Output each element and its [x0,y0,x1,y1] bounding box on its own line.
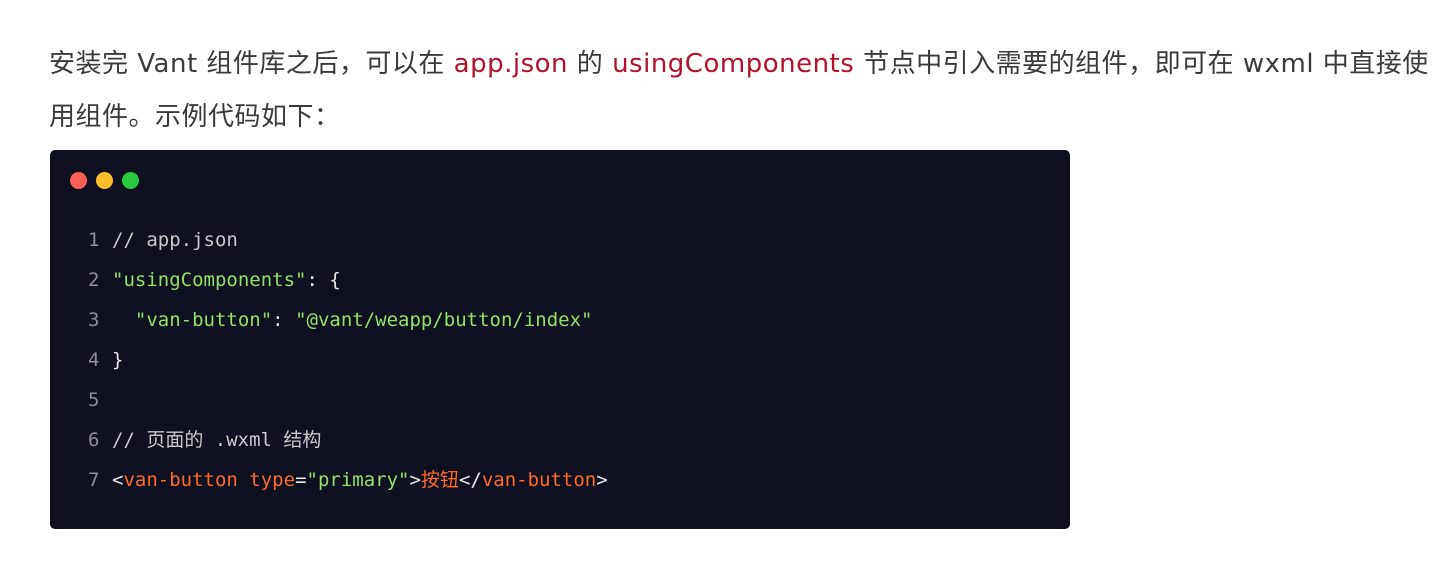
code-punct: : [272,309,296,331]
line-number: 6 [88,429,100,451]
code-punct: </ [458,469,482,491]
code-punct: > [409,469,421,491]
line-number: 1 [88,229,100,251]
code-comment: // app.json [112,229,238,251]
code-content: 1 // app.json 2 "usingComponents": { 3 "va… [88,220,608,500]
code-line-3: 3 "van-button": "@vant/weapp/button/inde… [88,300,608,340]
code-key: "van-button" [134,309,273,331]
code-punct: < [112,469,124,491]
code-attr: type [249,469,296,491]
code-punct: } [112,349,124,371]
intro-text-2: 的 [568,49,613,79]
code-punct: : { [306,269,341,291]
code-line-7: 7 <van-button type="primary">按钮</van-butt… [88,460,608,500]
minimize-dot-icon [96,172,113,189]
line-number: 3 [88,309,100,331]
line-number: 7 [88,469,100,491]
intro-paragraph: 安装完 Vant 组件库之后，可以在 app.json 的 usingCompo… [49,38,1429,144]
code-line-5: 5 [88,380,608,420]
code-punct: = [295,469,307,491]
app-json-inline-code: app.json [453,49,569,79]
code-value: "@vant/weapp/button/index" [295,309,593,331]
line-number: 5 [88,389,100,411]
code-line-2: 2 "usingComponents": { [88,260,608,300]
code-tag: van-button [481,469,597,491]
code-punct: > [596,469,608,491]
code-tag: van-button [123,469,238,491]
window-controls [70,172,139,189]
code-line-1: 1 // app.json [88,220,608,260]
code-block: 1 // app.json 2 "usingComponents": { 3 "va… [50,150,1070,529]
code-value: "primary" [306,469,410,491]
code-key: "usingComponents" [112,269,307,291]
line-number: 4 [88,349,100,371]
intro-text-1: 安装完 Vant 组件库之后，可以在 [49,49,454,79]
using-components-inline-code: usingComponents [612,49,855,79]
close-dot-icon [70,172,87,189]
code-line-6: 6 // 页面的 .wxml 结构 [88,420,608,460]
line-number: 2 [88,269,100,291]
code-line-4: 4} [88,340,608,380]
code-text: 按钮 [420,469,459,491]
maximize-dot-icon [122,172,139,189]
code-comment: // 页面的 .wxml 结构 [112,429,322,451]
